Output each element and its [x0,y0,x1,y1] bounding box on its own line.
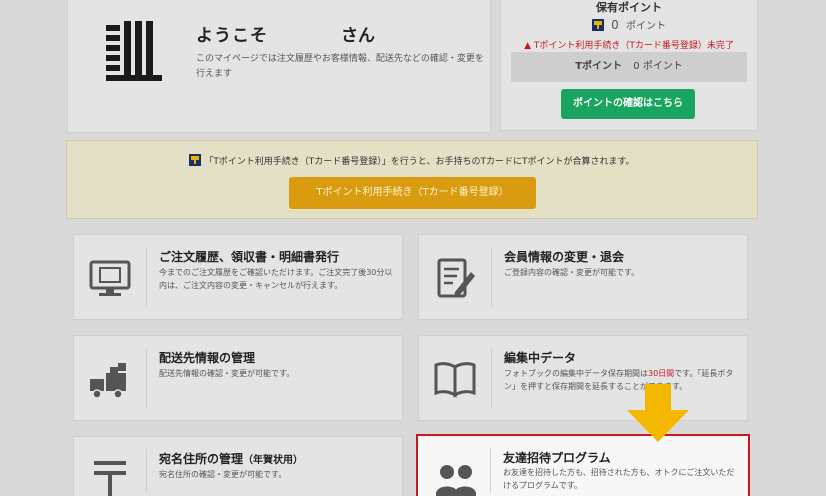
card-title-suffix: （年賀状用） [243,455,304,466]
card-title: 配送先情報の管理 [159,351,256,365]
warning-icon: ▲ [524,41,532,51]
card-description: ご登録内容の確認・変更が可能です。 [504,268,640,277]
desc-part: フォトブックの編集中データ保存期間は [504,369,648,378]
points-panel: 保有ポイント 0 ポイント ▲ Tポイント利用手続き（Tカード番号登録）未完了 … [500,0,758,131]
tpoint-value: 0 ポイント [633,61,683,72]
tpoint-banner: 「Tポイント利用手続き（Tカード番号登録）」を行うと、お手持ちのTカードにTポイ… [66,140,758,219]
card-title: ご注文履歴、領収書・明細書発行 [159,250,340,264]
card-divider [146,247,147,307]
warning-text: Tポイント利用手続き（Tカード番号登録）未完了 [533,41,734,51]
card-title: 友達招待プログラム [503,451,611,465]
users-icon [436,465,476,496]
card-divider [146,348,147,408]
card-description: 今までのご注文履歴をご確認いただけます。ご注文完了後30分以内は、ご注文内容の変… [159,268,393,290]
card-divider [491,348,492,408]
points-unit: ポイント [626,21,666,32]
open-book-icon [434,362,476,398]
card-description: 配送先情報の確認・変更が可能です。 [159,369,295,378]
welcome-description: このマイページでは注文履歴やお客様情報、配送先などの確認・変更を行えます [196,54,484,79]
tpoint-warning: ▲ Tポイント利用手続き（Tカード番号登録）未完了 [501,38,757,51]
card-divider [490,448,491,492]
card-description: 宛名住所の確認・変更が可能です。 [159,470,287,479]
card-description: お友達を招待した方も、招待された方も、オトクにご注文いただけるプログラムです。 [503,468,735,490]
welcome-suffix: さん [341,26,375,46]
brand-logo-icon [106,21,162,81]
postal-mark-icon [94,461,126,496]
tpoint-logo-icon [189,154,202,166]
card-title-main: 宛名住所の管理 [159,452,244,466]
retention-period: 30日間 [648,369,675,378]
card-title: 宛名住所の管理（年賀状用） [159,450,303,467]
delivery-truck-icon [90,363,126,399]
card-friend-invite[interactable]: 友達招待プログラム お友達を招待した方も、招待された方も、オトクにご注文いただけ… [416,434,750,496]
edit-document-icon [437,258,475,298]
card-title: 編集中データ [504,351,577,365]
tpoint-balance-box: Tポイント 0 ポイント [511,52,747,82]
card-shipping-address[interactable]: 配送先情報の管理 配送先情報の確認・変更が可能です。 [73,335,403,421]
card-title: 会員情報の変更・退会 [504,250,625,264]
points-value: 0 [611,18,619,32]
tpoint-registration-button[interactable]: Tポイント利用手続き（Tカード番号登録） [289,177,536,209]
arrow-down-icon [627,384,689,442]
tpoint-label: Tポイント [575,61,623,72]
card-editing-data[interactable]: 編集中データ フォトブックの編集中データ保存期間は30日間です。「延長ボタン」を… [418,335,748,421]
tpoint-logo-icon [591,19,604,31]
card-divider [146,449,147,493]
tpoint-banner-message: 「Tポイント利用手続き（Tカード番号登録）」を行うと、お手持ちのTカードにTポイ… [67,154,757,167]
card-recipient-address[interactable]: 宛名住所の管理（年賀状用） 宛名住所の確認・変更が可能です。 [73,436,403,496]
card-divider [491,247,492,307]
welcome-title: ようこそ [196,26,268,46]
points-title: 保有ポイント [596,1,662,14]
banner-text: 「Tポイント利用手続き（Tカード番号登録）」を行うと、お手持ちのTカードにTポイ… [204,157,635,167]
points-balance: 0 ポイント [501,17,757,32]
monitor-icon [89,260,131,296]
card-member-info[interactable]: 会員情報の変更・退会 ご登録内容の確認・変更が可能です。 [418,234,748,320]
check-points-button[interactable]: ポイントの確認はこちら [561,89,695,119]
card-order-history[interactable]: ご注文履歴、領収書・明細書発行 今までのご注文履歴をご確認いただけます。ご注文完… [73,234,403,320]
welcome-panel: ようこそ さん このマイページでは注文履歴やお客様情報、配送先などの確認・変更を… [67,0,491,133]
card-description: フォトブックの編集中データ保存期間は30日間です。「延長ボタン」を押すと保存期間… [504,367,739,393]
